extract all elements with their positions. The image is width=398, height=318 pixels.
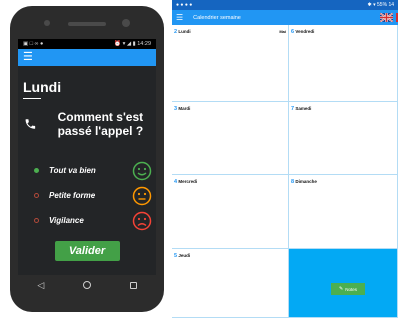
- phone-mockup: ▣ □ ∞ ● ⏰ ▾ ◢ ▮ 14:29 ☰ Lundi Comment s'…: [10, 6, 164, 312]
- tablet-status-bar: ● ● ● ● ✱ ▾ 55% 14: [172, 0, 398, 10]
- day-cell-friday[interactable]: 6 Vendredi: [289, 25, 398, 102]
- option-label: Petite forme: [49, 191, 96, 200]
- pencil-icon: ✎: [339, 286, 344, 292]
- option-label: Tout va bien: [49, 166, 96, 175]
- hamburger-icon[interactable]: ☰: [23, 52, 33, 63]
- day-label: 8 Dimanche: [291, 179, 317, 185]
- mood-options: Tout va bien Petite forme Vigilance: [18, 158, 156, 233]
- android-nav-bar: ◁: [18, 275, 156, 295]
- status-left-icons: ▣ □ ∞ ●: [23, 41, 44, 47]
- validate-button[interactable]: Valider: [54, 241, 120, 261]
- day-label: 4 Mercredi: [174, 179, 198, 185]
- status-left-icons: ● ● ● ●: [176, 2, 193, 8]
- title-underline: [23, 98, 41, 99]
- radio-unselected[interactable]: [34, 218, 39, 223]
- phone-app-bar: ☰: [18, 49, 156, 66]
- status-time: 14:29: [137, 41, 151, 47]
- phone-sensor: [44, 20, 50, 26]
- tablet-screen: ● ● ● ● ✱ ▾ 55% 14 ☰ Calendrier semaine …: [172, 0, 398, 318]
- question-text: Comment s'est passé l'appel ?: [57, 110, 144, 138]
- day-cell-tuesday[interactable]: 3 Mardi: [172, 102, 289, 175]
- week-calendar: 2 Lundi Mai 6 Vendredi 3 Mardi 7 Samedi …: [172, 25, 398, 318]
- notes-button[interactable]: ✎ Notes: [331, 283, 365, 295]
- neutral-face-icon: [132, 186, 152, 206]
- phone-screen: ▣ □ ∞ ● ⏰ ▾ ◢ ▮ 14:29 ☰ Lundi Comment s'…: [18, 39, 156, 275]
- status-right: ⏰ ▾ ◢ ▮ 14:29: [114, 41, 151, 47]
- option-label: Vigilance: [49, 216, 84, 225]
- happy-face-icon: [132, 161, 152, 181]
- radio-selected[interactable]: [34, 168, 39, 173]
- stage: ▣ □ ∞ ● ⏰ ▾ ◢ ▮ 14:29 ☰ Lundi Comment s'…: [0, 0, 398, 318]
- phone-camera: [122, 19, 130, 27]
- page-title: Lundi: [23, 79, 62, 95]
- radio-unselected[interactable]: [34, 193, 39, 198]
- phone-status-bar: ▣ □ ∞ ● ⏰ ▾ ◢ ▮ 14:29: [18, 39, 156, 49]
- tablet-app-bar: ☰ Calendrier semaine: [172, 10, 398, 25]
- day-cell-thursday[interactable]: 5 Jeudi: [172, 249, 289, 318]
- back-icon[interactable]: ◁: [37, 280, 44, 291]
- day-cell-sunday[interactable]: 8 Dimanche: [289, 175, 398, 249]
- day-label: 7 Samedi: [291, 106, 312, 112]
- month-label: Mai: [279, 29, 286, 34]
- phone-icon: [25, 119, 36, 129]
- status-right: ✱ ▾ 55% 14: [368, 2, 394, 8]
- day-label: 3 Mardi: [174, 106, 191, 112]
- option-ok[interactable]: Tout va bien: [18, 158, 156, 183]
- status-time: 14: [388, 2, 394, 8]
- day-label: 6 Vendredi: [291, 29, 315, 35]
- app-title: Calendrier semaine: [193, 14, 241, 21]
- notes-label: Notes: [345, 286, 357, 292]
- status-right-icons: ✱ ▾ 55%: [367, 2, 388, 8]
- recent-apps-icon[interactable]: [129, 281, 137, 289]
- day-cell-monday[interactable]: 2 Lundi Mai: [172, 25, 289, 102]
- option-vigilance[interactable]: Vigilance: [18, 208, 156, 233]
- call-question: Comment s'est passé l'appel ?: [24, 110, 156, 138]
- sad-face-icon: [132, 211, 152, 231]
- hamburger-icon[interactable]: ☰: [176, 13, 183, 22]
- day-cell-saturday[interactable]: 7 Samedi: [289, 102, 398, 175]
- day-cell-wednesday[interactable]: 4 Mercredi: [172, 175, 289, 249]
- day-label: 2 Lundi: [174, 29, 191, 35]
- uk-flag-icon[interactable]: [380, 13, 393, 22]
- phone-speaker: [68, 22, 106, 26]
- status-right-icons: ⏰ ▾ ◢ ▮: [114, 41, 136, 47]
- option-tired[interactable]: Petite forme: [18, 183, 156, 208]
- day-label: 5 Jeudi: [174, 253, 191, 259]
- home-icon[interactable]: [82, 281, 91, 289]
- notes-panel: ✎ Notes: [289, 249, 398, 318]
